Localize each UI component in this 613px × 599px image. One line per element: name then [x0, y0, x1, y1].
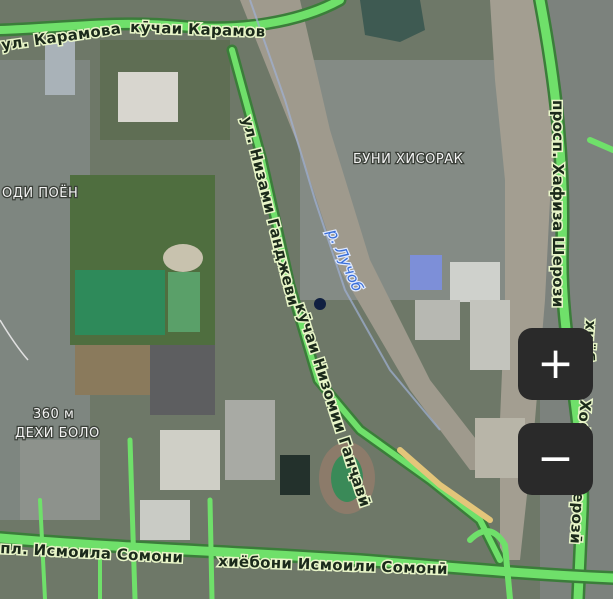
area-label-buni-hisorak: БУНИ ХИСОРАК [353, 152, 463, 167]
zoom-in-button[interactable]: + [518, 328, 593, 400]
zoom-out-button[interactable]: − [518, 423, 593, 495]
elevation-label: 360 м [33, 407, 74, 422]
minus-icon: − [537, 433, 574, 484]
area-label-dehi-bolo: ДЕХИ БОЛО [15, 426, 100, 441]
plus-icon: + [537, 338, 574, 389]
road-label-hafiz-ru: просп. Хафиза Шерози [549, 100, 567, 308]
map-view[interactable]: ул. Карамова кӯчаи Карамов ул. Низами Га… [0, 0, 613, 599]
satellite-basemap: ул. Карамова кӯчаи Карамов ул. Низами Га… [0, 0, 613, 599]
area-label-poen: ОДИ ПОЁН [2, 185, 78, 201]
